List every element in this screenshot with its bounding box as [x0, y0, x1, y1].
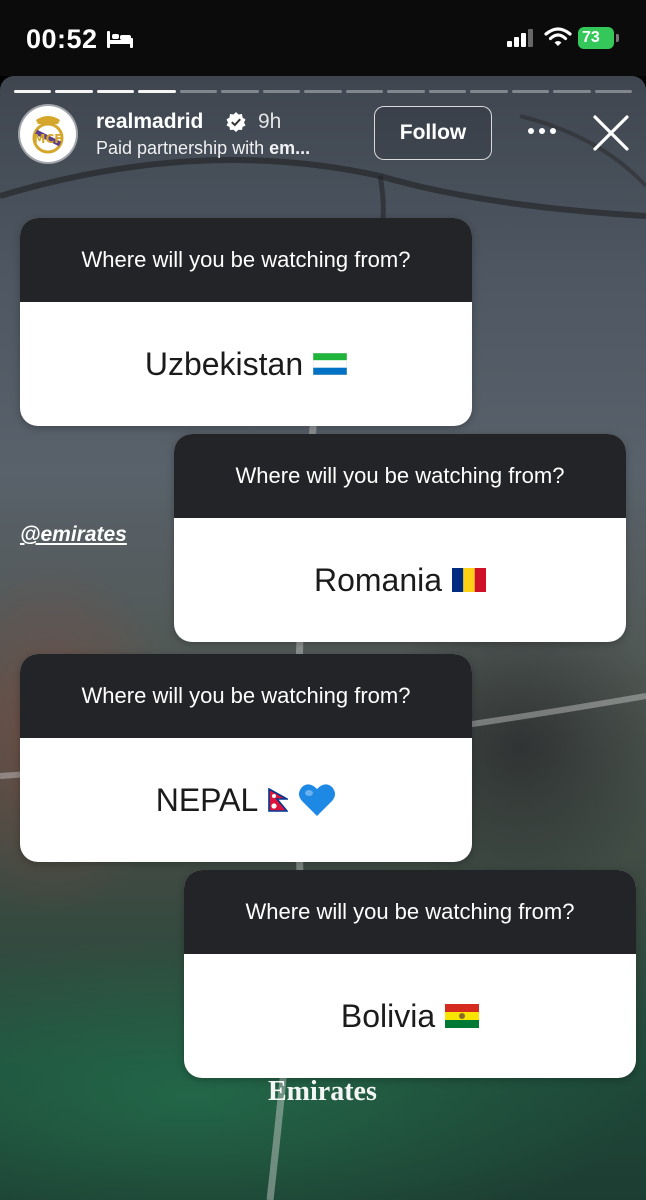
progress-segment — [511, 90, 550, 93]
progress-segment — [96, 90, 135, 93]
svg-text:MCF: MCF — [34, 132, 63, 146]
partnership-prefix: Paid partnership with — [96, 138, 270, 158]
progress-segment — [14, 90, 52, 93]
question-response-card[interactable]: Where will you be watching from? Bolivia — [184, 870, 636, 1078]
username[interactable]: realmadrid — [96, 110, 203, 134]
answer-text: NEPAL — [155, 782, 259, 818]
answer-row: Romania — [174, 518, 626, 642]
brand-logo: Emirates — [268, 1076, 377, 1107]
progress-segment — [428, 90, 467, 93]
battery-level: 73 — [578, 27, 614, 49]
answer-row: NEPAL — [20, 738, 472, 862]
progress-segment — [262, 90, 301, 93]
nepal-flag-icon — [268, 788, 289, 812]
story-viewer[interactable]: MCF realmadrid 9h Paid partnership with … — [0, 76, 646, 1200]
answer-text: Bolivia — [340, 998, 436, 1034]
sierra-leone-flag-icon — [313, 353, 348, 375]
more-options-icon[interactable] — [526, 126, 558, 136]
mention-sticker[interactable]: @emirates — [20, 523, 127, 547]
partner-name[interactable]: em... — [269, 138, 310, 158]
progress-segment — [387, 90, 425, 93]
question-text: Where will you be watching from? — [20, 654, 472, 738]
progress-segment — [55, 90, 93, 93]
progress-segment — [470, 90, 508, 93]
post-time: 9h — [258, 110, 282, 133]
wifi-icon — [544, 27, 572, 46]
romania-flag-icon — [452, 568, 487, 592]
question-text: Where will you be watching from? — [20, 218, 472, 302]
follow-button[interactable]: Follow — [374, 106, 492, 160]
blue-heart-icon — [299, 784, 336, 816]
answer-text: Romania — [313, 562, 443, 598]
story-progress-bar — [14, 90, 633, 94]
progress-segment — [179, 90, 218, 93]
answer-text: Uzbekistan — [144, 346, 304, 382]
avatar[interactable]: MCF — [20, 106, 76, 162]
progress-segment — [594, 90, 633, 93]
battery-indicator: 73 — [578, 27, 622, 51]
progress-segment — [221, 90, 259, 93]
paid-partnership-label[interactable]: Paid partnership with em... — [96, 138, 310, 159]
status-bar: 00:52 73 — [0, 0, 646, 76]
answer-row: Bolivia — [184, 954, 636, 1078]
answer-row: Uzbekistan — [20, 302, 472, 426]
question-response-card[interactable]: Where will you be watching from? Romania — [174, 434, 626, 642]
sleep-focus-icon — [107, 31, 133, 48]
progress-segment — [304, 90, 342, 93]
verified-badge-icon — [226, 112, 246, 132]
question-text: Where will you be watching from? — [174, 434, 626, 518]
progress-segment — [553, 90, 591, 93]
progress-segment — [138, 90, 176, 93]
progress-segment — [345, 90, 384, 93]
status-time: 00:52 — [26, 24, 98, 54]
real-madrid-crest-icon: MCF — [32, 116, 64, 154]
question-response-card[interactable]: Where will you be watching from? Uzbekis… — [20, 218, 472, 426]
cellular-signal-icon — [507, 29, 533, 47]
battery-cap — [616, 34, 619, 42]
bolivia-flag-icon — [445, 1004, 480, 1028]
question-text: Where will you be watching from? — [184, 870, 636, 954]
question-response-card[interactable]: Where will you be watching from? NEPAL — [20, 654, 472, 862]
close-icon[interactable] — [592, 114, 630, 152]
